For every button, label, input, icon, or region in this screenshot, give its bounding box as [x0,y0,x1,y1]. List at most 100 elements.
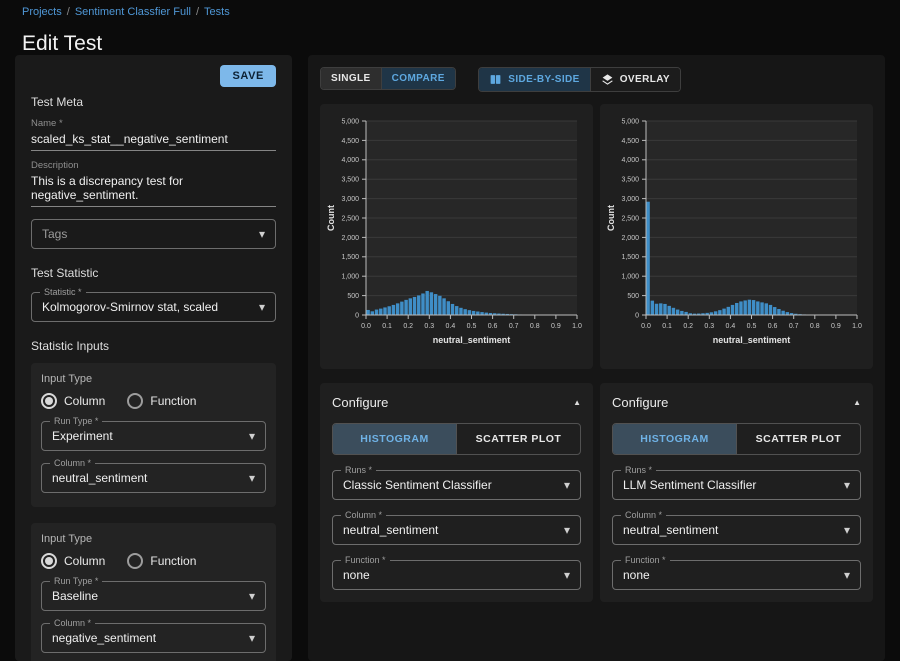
radio-checked-icon[interactable] [41,393,57,409]
svg-text:0.2: 0.2 [683,323,693,330]
radio-option-column[interactable]: Column [41,553,105,569]
description-field-label: Description [31,160,276,171]
histogram-svg: 05001,0001,5002,0002,5003,0003,5004,0004… [600,109,873,365]
chevron-down-icon: ▾ [249,472,255,484]
runs-select[interactable]: Runs * Classic Sentiment Classifier ▾ [332,470,581,500]
input-type-radio-group: Column Function [41,393,266,409]
svg-text:1,000: 1,000 [341,273,359,280]
chevron-down-icon: ▾ [844,479,850,491]
run-type-select[interactable]: Run Type * Baseline ▾ [41,581,266,611]
histogram-svg: 05001,0001,5002,0002,5003,0003,5004,0004… [320,109,593,365]
svg-text:0.9: 0.9 [831,323,841,330]
collapse-icon[interactable]: ▲ [573,398,581,407]
radio-option-label: Function [150,394,196,408]
svg-text:5,000: 5,000 [341,118,359,125]
svg-text:3,000: 3,000 [621,196,639,203]
name-field[interactable]: Name * scaled_ks_stat__negative_sentimen… [31,118,276,151]
svg-text:0.1: 0.1 [662,323,672,330]
svg-text:1.0: 1.0 [572,323,582,330]
svg-text:3,500: 3,500 [341,176,359,183]
svg-text:0.2: 0.2 [403,323,413,330]
name-field-label: Name * [31,118,276,129]
column-select-value: neutral_sentiment [623,523,838,537]
svg-text:neutral_sentiment: neutral_sentiment [433,335,511,345]
runs-select[interactable]: Runs * LLM Sentiment Classifier ▾ [612,470,861,500]
save-button[interactable]: SAVE [220,65,276,87]
radio-option-label: Column [64,554,105,568]
column-select-label: Column * [621,510,666,520]
svg-text:2,000: 2,000 [341,234,359,241]
breadcrumb-separator: / [67,6,70,18]
visualization-panel: SINGLE COMPARE SIDE-BY-SIDE OVERLAY 0 500… [308,55,885,661]
description-field-value[interactable]: This is a discrepancy test for negative_… [31,171,276,207]
svg-text:0.7: 0.7 [509,323,519,330]
function-select[interactable]: Function * none ▾ [332,560,581,590]
svg-text:2,500: 2,500 [621,215,639,222]
description-field[interactable]: Description This is a discrepancy test f… [31,160,276,207]
collapse-icon[interactable]: ▲ [853,398,861,407]
svg-text:0.0: 0.0 [361,323,371,330]
tab-histogram[interactable]: HISTOGRAM [613,424,736,454]
charts-row: 05001,0001,5002,0002,5003,0003,5004,0004… [320,104,873,369]
layout-toggle-group: SIDE-BY-SIDE OVERLAY [478,67,681,92]
statistic-input-group-2: Input Type Column Function Run Type * Ba… [31,523,276,661]
function-select[interactable]: Function * none ▾ [612,560,861,590]
svg-text:0: 0 [635,312,639,319]
tags-select[interactable]: Tags ▾ [31,219,276,249]
radio-option-label: Function [150,554,196,568]
runs-select-value: LLM Sentiment Classifier [623,478,838,492]
svg-text:4,500: 4,500 [341,137,359,144]
overlay-button[interactable]: OVERLAY [590,68,680,91]
column-select[interactable]: Column * neutral_sentiment ▾ [332,515,581,545]
function-select-value: none [343,568,558,582]
tab-histogram[interactable]: HISTOGRAM [333,424,456,454]
column-select[interactable]: Column * neutral_sentiment ▾ [612,515,861,545]
svg-text:500: 500 [347,293,359,300]
svg-text:4,500: 4,500 [621,137,639,144]
radio-unchecked-icon[interactable] [127,393,143,409]
chevron-down-icon: ▾ [259,301,265,313]
breadcrumb-link-project[interactable]: Sentiment Classfier Full [75,6,191,18]
plot-type-tabs: HISTOGRAM SCATTER PLOT [612,423,861,455]
svg-text:0.9: 0.9 [551,323,561,330]
compare-mode-button[interactable]: COMPARE [381,68,455,89]
radio-unchecked-icon[interactable] [127,553,143,569]
configure-title: Configure [612,395,668,410]
runs-select-label: Runs * [621,465,656,475]
chevron-down-icon: ▾ [249,632,255,644]
name-field-value[interactable]: scaled_ks_stat__negative_sentiment [31,129,276,151]
svg-text:4,000: 4,000 [341,157,359,164]
function-select-label: Function * [341,555,390,565]
chevron-down-icon: ▾ [564,569,570,581]
svg-text:4,000: 4,000 [621,157,639,164]
svg-text:0.7: 0.7 [789,323,799,330]
run-type-select-value: Baseline [52,589,243,603]
statistic-select[interactable]: Statistic * Kolmogorov-Smirnov stat, sca… [31,292,276,322]
side-by-side-button[interactable]: SIDE-BY-SIDE [479,68,589,91]
svg-text:0.3: 0.3 [424,323,434,330]
svg-text:3,500: 3,500 [621,176,639,183]
configure-title: Configure [332,395,388,410]
single-mode-button[interactable]: SINGLE [321,68,381,89]
radio-option-function[interactable]: Function [127,393,196,409]
side-by-side-label: SIDE-BY-SIDE [508,74,579,85]
plot-type-tabs: HISTOGRAM SCATTER PLOT [332,423,581,455]
radio-option-function[interactable]: Function [127,553,196,569]
column-select[interactable]: Column * neutral_sentiment ▾ [41,463,266,493]
breadcrumb-link-projects[interactable]: Projects [22,6,62,18]
run-type-select-value: Experiment [52,429,243,443]
breadcrumb-link-tests[interactable]: Tests [204,6,230,18]
svg-text:5,000: 5,000 [621,118,639,125]
radio-checked-icon[interactable] [41,553,57,569]
tab-scatter-plot[interactable]: SCATTER PLOT [736,424,860,454]
svg-text:neutral_sentiment: neutral_sentiment [713,335,791,345]
radio-option-column[interactable]: Column [41,393,105,409]
column-select[interactable]: Column * negative_sentiment ▾ [41,623,266,653]
svg-text:1,000: 1,000 [621,273,639,280]
statistic-select-value: Kolmogorov-Smirnov stat, scaled [42,300,253,314]
svg-text:0.6: 0.6 [768,323,778,330]
page-title: Edit Test [22,32,102,56]
run-type-select[interactable]: Run Type * Experiment ▾ [41,421,266,451]
tab-scatter-plot[interactable]: SCATTER PLOT [456,424,580,454]
svg-text:0: 0 [355,312,359,319]
